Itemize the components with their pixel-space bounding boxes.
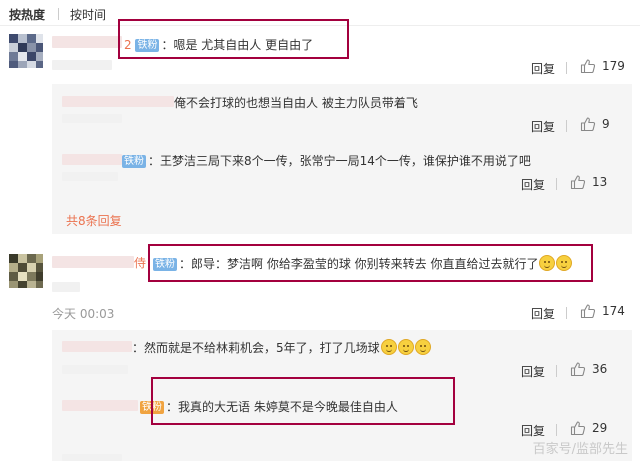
highlight-box xyxy=(118,19,349,59)
thumbs-up-icon xyxy=(570,175,586,190)
smile-emoji-icon xyxy=(414,339,431,355)
highlight-box xyxy=(151,377,455,425)
like-count: 13 xyxy=(592,175,608,189)
username-blurred-line xyxy=(62,365,128,374)
reply-text: ：然而就是不给林莉机会，5年了，打了几场球 xyxy=(132,339,431,356)
reply-button[interactable]: 回复 xyxy=(531,305,555,322)
sort-divider xyxy=(58,8,59,20)
username-blurred-line xyxy=(62,114,122,123)
thumbs-up-icon xyxy=(570,362,586,377)
reply-button[interactable]: 回复 xyxy=(531,118,555,135)
reply-button[interactable]: 回复 xyxy=(521,422,545,439)
action-divider xyxy=(566,62,567,74)
username-blurred[interactable] xyxy=(52,256,134,268)
watermark: 百家号/监部先生 xyxy=(532,442,628,457)
username-blurred-line xyxy=(62,454,122,461)
action-divider xyxy=(556,424,557,436)
username-blurred-line xyxy=(52,282,80,292)
username-tail[interactable]: 侍 xyxy=(134,254,146,271)
comment-time: 今天 00:03 xyxy=(52,307,115,321)
smile-emoji-icon xyxy=(380,339,397,355)
username-blurred[interactable] xyxy=(62,341,132,352)
reply-content: ：然而就是不给林莉机会，5年了，打了几场球 xyxy=(132,341,380,355)
sort-by-time-tab[interactable]: 按时间 xyxy=(70,6,106,23)
like-count: 179 xyxy=(602,59,625,73)
action-divider xyxy=(566,307,567,319)
username-blurred[interactable] xyxy=(52,36,122,48)
avatar[interactable] xyxy=(9,254,43,288)
reply-text: 俺不会打球的也想当自由人 被主力队员带着飞 xyxy=(174,96,418,110)
view-more-replies-link[interactable]: 共8条回复 xyxy=(66,212,122,229)
like-count: 9 xyxy=(602,117,610,131)
reply-text: 铁粉 ：王梦洁三局下来8个一传，张常宁一局14个一传，谁保护谁不用说了吧 xyxy=(122,152,531,169)
highlight-box xyxy=(148,244,593,282)
reply-content: ：王梦洁三局下来8个一传，张常宁一局14个一传，谁保护谁不用说了吧 xyxy=(148,154,531,168)
like-count: 174 xyxy=(602,304,625,318)
username-blurred[interactable] xyxy=(62,400,138,411)
username-blurred-line xyxy=(62,172,118,181)
smile-emoji-icon xyxy=(397,339,414,355)
action-divider xyxy=(556,178,557,190)
username-blurred-line xyxy=(52,60,112,70)
sort-by-hot-tab[interactable]: 按热度 xyxy=(9,6,45,23)
avatar[interactable] xyxy=(9,34,43,68)
reply-button[interactable]: 回复 xyxy=(521,176,545,193)
fan-badge: 铁粉 xyxy=(122,155,146,168)
thumbs-up-icon xyxy=(580,117,596,132)
thumbs-up-icon xyxy=(570,421,586,436)
thumbs-up-icon xyxy=(580,304,596,319)
username-blurred[interactable] xyxy=(62,154,122,165)
reply-button[interactable]: 回复 xyxy=(531,60,555,77)
thumbs-up-icon xyxy=(580,59,596,74)
reply-button[interactable]: 回复 xyxy=(521,363,545,380)
like-count: 36 xyxy=(592,362,608,376)
action-divider xyxy=(556,365,557,377)
username-blurred[interactable] xyxy=(62,96,174,107)
like-count: 29 xyxy=(592,421,608,435)
action-divider xyxy=(566,120,567,132)
